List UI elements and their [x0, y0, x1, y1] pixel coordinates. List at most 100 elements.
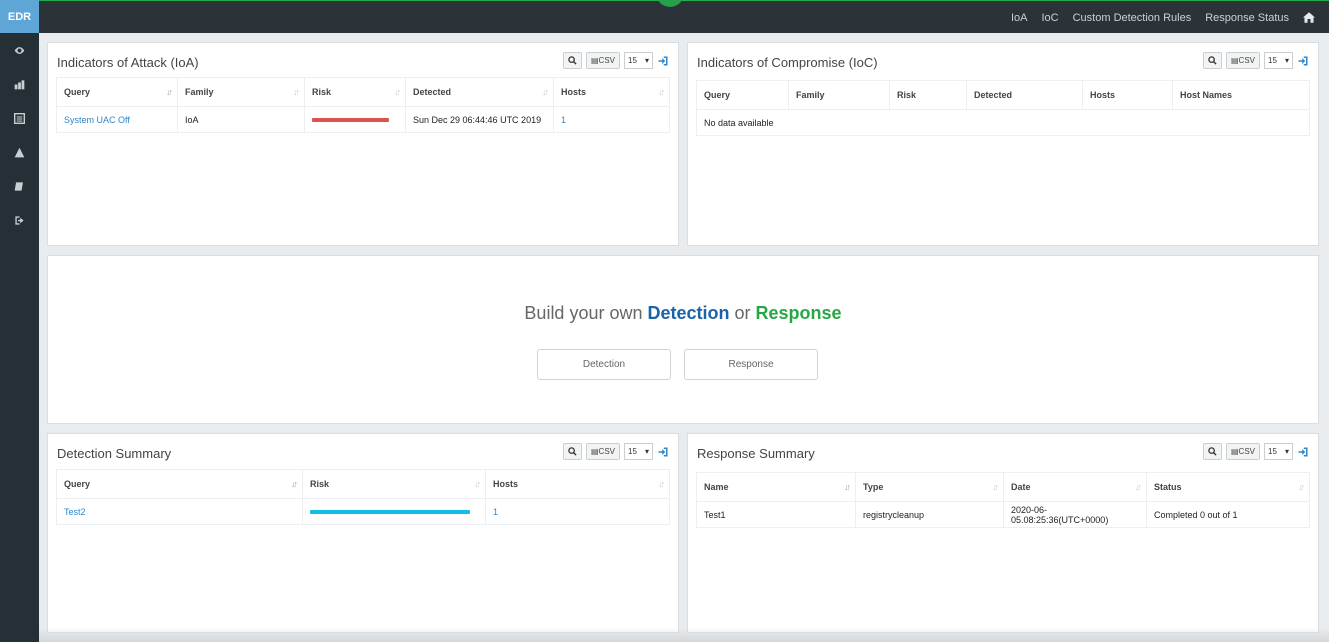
home-icon[interactable] — [1303, 12, 1315, 23]
caret-down-icon: ▾ — [1284, 56, 1289, 65]
ioa-col-hosts[interactable]: Hosts ↓↑ — [553, 77, 670, 107]
nav-ioa[interactable]: IoA — [1011, 12, 1028, 24]
topbar-indicator — [656, 0, 684, 7]
top-bar: IoA IoC Custom Detection Rules Response … — [39, 0, 1329, 33]
ioc-col-detected[interactable]: Detected — [966, 80, 1083, 110]
detection-csv-button[interactable]: ▤ CSV — [585, 443, 620, 460]
detection-summary-tools: ▤ CSV 15 ▾ — [562, 443, 669, 460]
signout-icon[interactable] — [0, 203, 39, 237]
csv-label: CSV — [598, 447, 615, 456]
export-icon[interactable] — [657, 55, 669, 67]
risk-bar — [312, 117, 390, 122]
ioc-col-hosts[interactable]: Hosts — [1082, 80, 1173, 110]
ioa-search-button[interactable] — [562, 52, 582, 69]
detection-query-link[interactable]: Test2 — [64, 507, 86, 517]
list-icon[interactable] — [0, 101, 39, 135]
detection-button[interactable]: Detection — [537, 349, 671, 380]
detection-page-size-select[interactable]: 15 ▾ — [624, 443, 653, 460]
detection-summary-title: Detection Summary — [57, 446, 172, 461]
table-row: Test1 registrycleanup 2020-06-05.08:25:3… — [696, 501, 1310, 528]
response-col-type[interactable]: Type ↓↑ — [855, 472, 1004, 502]
detection-col-risk[interactable]: Risk ↓↑ — [302, 469, 486, 499]
ioc-empty-message: No data available — [696, 109, 1310, 136]
page-size-value: 15 — [1268, 56, 1277, 65]
detection-summary-table: Query ↓↑ Risk ↓↑ Hosts ↓↑ Test2 1 — [56, 469, 670, 525]
ioa-panel: Indicators of Attack (IoA) ▤ CSV 15 ▾ Quer… — [47, 42, 679, 246]
ioa-family: IoA — [177, 106, 305, 133]
caret-down-icon: ▾ — [1284, 447, 1289, 456]
csv-icon: ▤ — [1230, 447, 1239, 456]
detection-hosts-link[interactable]: 1 — [493, 507, 498, 517]
response-page-size-select[interactable]: 15 ▾ — [1264, 443, 1293, 460]
builder-or: or — [729, 303, 756, 323]
app-logo[interactable]: EDR — [0, 0, 39, 33]
ioc-col-family[interactable]: Family — [788, 80, 890, 110]
export-icon[interactable] — [1297, 55, 1309, 67]
ioa-col-detected[interactable]: Detected ↓↑ — [405, 77, 554, 107]
csv-icon: ▤ — [590, 447, 599, 456]
response-status: Completed 0 out of 1 — [1146, 501, 1310, 528]
ioa-col-query[interactable]: Query ↓↑ — [56, 77, 178, 107]
response-summary-tools: ▤ CSV 15 ▾ — [1202, 443, 1309, 460]
book-icon[interactable] — [0, 169, 39, 203]
response-button[interactable]: Response — [684, 349, 818, 380]
bottom-edge — [39, 628, 1329, 642]
sidebar: EDR — [0, 0, 39, 642]
csv-icon: ▤ — [1230, 56, 1239, 65]
alert-icon[interactable] — [0, 135, 39, 169]
builder-prefix: Build your own — [524, 303, 648, 323]
caret-down-icon: ▾ — [644, 447, 649, 456]
builder-panel: Build your own Detection or Response Det… — [47, 255, 1319, 424]
response-col-name[interactable]: Name ↓↑ — [696, 472, 856, 502]
response-col-status[interactable]: Status ↓↑ — [1146, 472, 1310, 502]
ioa-hosts-link[interactable]: 1 — [561, 115, 566, 125]
nav-response-status[interactable]: Response Status — [1205, 12, 1289, 24]
csv-label: CSV — [1238, 56, 1255, 65]
dashboard-icon[interactable] — [0, 67, 39, 101]
page-size-value: 15 — [1268, 447, 1277, 456]
builder-response-word: Response — [755, 303, 842, 323]
export-icon[interactable] — [1297, 446, 1309, 458]
detection-summary-panel: Detection Summary ▤ CSV 15 ▾ Query ↓↑ Risk ↓… — [47, 433, 679, 633]
nav-custom-detection-rules[interactable]: Custom Detection Rules — [1073, 12, 1192, 24]
detection-search-button[interactable] — [562, 443, 582, 460]
response-col-date[interactable]: Date ↓↑ — [1003, 472, 1147, 502]
detection-col-hosts[interactable]: Hosts ↓↑ — [485, 469, 670, 499]
nav-ioc[interactable]: IoC — [1041, 12, 1058, 24]
response-csv-button[interactable]: ▤ CSV — [1225, 443, 1260, 460]
search-icon — [568, 56, 577, 65]
search-icon — [568, 447, 577, 456]
ioa-csv-button[interactable]: ▤ CSV — [585, 52, 620, 69]
response-type: registrycleanup — [855, 501, 1004, 528]
response-date: 2020-06-05.08:25:36(UTC+0000) — [1003, 501, 1147, 528]
ioc-table: Query Family Risk Detected Hosts Host Na… — [696, 80, 1310, 136]
ioc-col-risk[interactable]: Risk — [889, 80, 967, 110]
builder-heading: Build your own Detection or Response — [48, 303, 1318, 324]
response-search-button[interactable] — [1202, 443, 1222, 460]
search-icon — [1208, 56, 1217, 65]
response-summary-table: Name ↓↑ Type ↓↑ Date ↓↑ Status ↓↑ Test1 regi… — [696, 472, 1310, 528]
ioc-col-host-names[interactable]: Host Names — [1172, 80, 1310, 110]
response-name: Test1 — [696, 501, 856, 528]
ioa-page-size-select[interactable]: 15 ▾ — [624, 52, 653, 69]
builder-detection-word: Detection — [647, 303, 730, 323]
table-row: No data available — [696, 109, 1310, 136]
ioa-col-family[interactable]: Family ↓↑ — [177, 77, 305, 107]
export-icon[interactable] — [657, 446, 669, 458]
ioc-panel: Indicators of Compromise (IoC) ▤ CSV 15 ▾ … — [687, 42, 1319, 246]
response-summary-panel: Response Summary ▤ CSV 15 ▾ Name ↓↑ Type ↓↑ … — [687, 433, 1319, 633]
ioc-csv-button[interactable]: ▤ CSV — [1225, 52, 1260, 69]
table-row: Test2 1 — [56, 498, 670, 525]
ioa-col-risk[interactable]: Risk ↓↑ — [304, 77, 406, 107]
ioc-page-size-select[interactable]: 15 ▾ — [1264, 52, 1293, 69]
ioc-col-query[interactable]: Query — [696, 80, 789, 110]
csv-label: CSV — [598, 56, 615, 65]
ioa-detected: Sun Dec 29 06:44:46 UTC 2019 — [405, 106, 554, 133]
ioa-query-link[interactable]: System UAC Off — [64, 115, 130, 125]
eye-icon[interactable] — [0, 33, 39, 67]
detection-col-query[interactable]: Query ↓↑ — [56, 469, 303, 499]
csv-label: CSV — [1238, 447, 1255, 456]
ioa-table: Query ↓↑ Family ↓↑ Risk ↓↑ Detected ↓↑ Hosts… — [56, 77, 670, 133]
ioc-title: Indicators of Compromise (IoC) — [697, 55, 878, 70]
ioc-search-button[interactable] — [1202, 52, 1222, 69]
